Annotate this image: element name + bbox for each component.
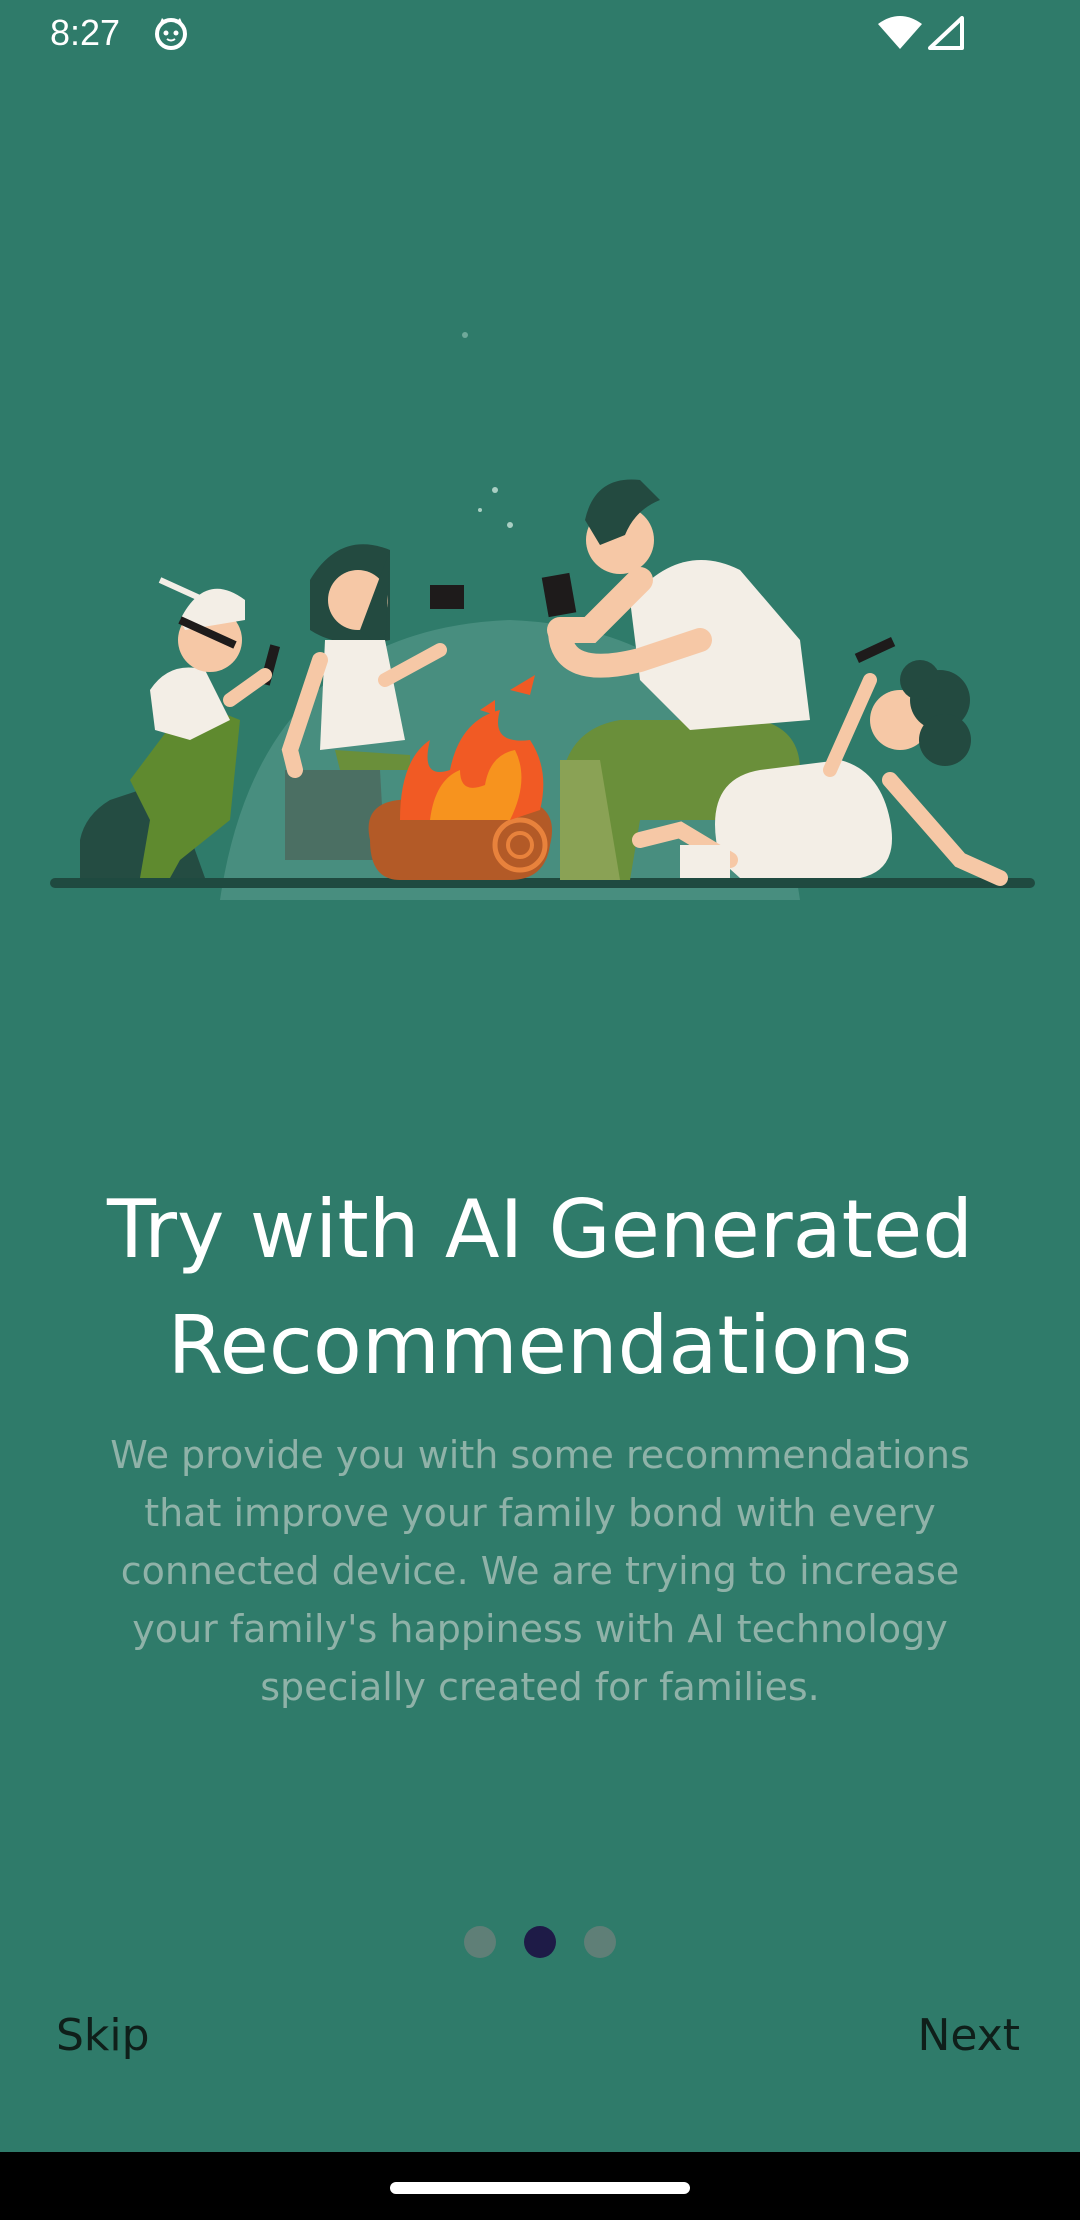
page-dot-3[interactable]	[584, 1926, 616, 1958]
signal-icon	[928, 16, 964, 50]
cat-face-icon	[155, 18, 187, 50]
skip-button[interactable]: Skip	[56, 2010, 150, 2061]
onboarding-screen: 8:27 Try with AI Generated Recommendatio…	[0, 0, 1080, 2220]
wifi-icon	[878, 16, 922, 49]
system-navigation-bar	[0, 2152, 1080, 2220]
next-button[interactable]: Next	[917, 2010, 1020, 2061]
page-dot-1[interactable]	[464, 1926, 496, 1958]
onboarding-description: We provide you with some recommendations…	[110, 1433, 970, 1709]
status-time: 8:27	[50, 12, 121, 53]
home-gesture-handle[interactable]	[390, 2182, 690, 2194]
onboarding-title: Try with AI Generated Recommendations	[106, 1183, 974, 1392]
page-indicator	[0, 1926, 1080, 1960]
page-dot-2-active[interactable]	[524, 1926, 556, 1958]
status-bar: 8:27	[0, 0, 1080, 66]
family-campfire-illustration	[50, 332, 1035, 900]
